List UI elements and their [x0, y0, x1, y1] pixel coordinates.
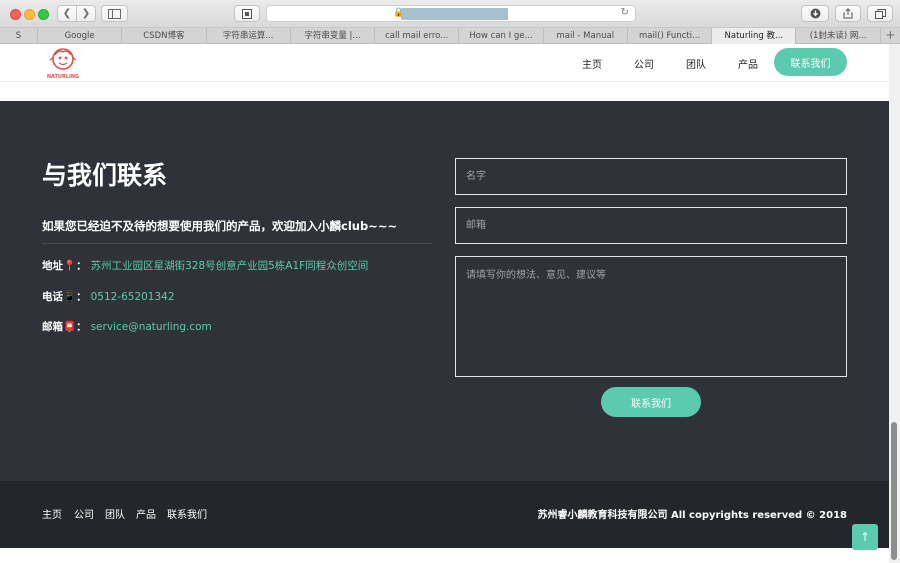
copyright-text: 苏州睿小麟教育科技有限公司 All copyrights reserved © …	[537, 510, 847, 521]
footer-link-contact[interactable]: 联系我们	[167, 506, 207, 521]
name-input[interactable]	[455, 158, 847, 195]
nav-company[interactable]: 公司	[634, 56, 654, 71]
nav-team[interactable]: 团队	[686, 56, 706, 71]
downloads-button[interactable]	[801, 5, 829, 22]
show-all-tabs-button[interactable]	[867, 5, 893, 22]
arrow-up-icon: ↑	[859, 530, 871, 544]
url-text: ████████████	[401, 8, 508, 20]
new-tab-button[interactable]: +	[881, 28, 900, 43]
tab[interactable]: CSDN博客	[122, 28, 207, 44]
site-header: NATURLING 主页 公司 团队 产品 联系我们	[0, 44, 889, 82]
forward-button[interactable]: ❯	[76, 5, 96, 22]
address-label: 地址📍：	[42, 260, 87, 272]
footer-link-team[interactable]: 团队	[105, 506, 125, 521]
tab[interactable]: 字符串运算...	[207, 28, 291, 44]
page-bottom	[0, 548, 889, 563]
contact-intro-text: 如果您已经迫不及待的想要使用我们的产品，欢迎加入	[42, 219, 318, 233]
chevron-left-icon: ❮	[62, 7, 72, 19]
sidebar-icon	[108, 8, 121, 19]
tab[interactable]: S	[0, 28, 38, 44]
contact-intro-club: 小麟club~~~	[318, 219, 398, 233]
zoom-window-button[interactable]	[38, 9, 49, 20]
divider	[42, 243, 432, 244]
contact-intro: 如果您已经迫不及待的想要使用我们的产品，欢迎加入小麟club~~~	[42, 218, 397, 234]
footer-link-company[interactable]: 公司	[74, 506, 94, 521]
tab-bar: S Google CSDN博客 字符串运算... 字符串变量 |... call…	[0, 28, 900, 44]
download-icon	[810, 8, 820, 19]
back-to-top-button[interactable]: ↑	[852, 524, 878, 550]
tab[interactable]: mail - Manual	[544, 28, 628, 44]
contact-title: 与我们联系	[42, 161, 168, 190]
tab[interactable]: (1封未读) 网...	[796, 28, 881, 44]
reader-button[interactable]	[234, 5, 260, 22]
footer-link-product[interactable]: 产品	[136, 506, 156, 521]
phone-label: 电话📱：	[42, 291, 87, 303]
message-textarea[interactable]	[455, 256, 847, 377]
contact-section: 与我们联系 如果您已经迫不及待的想要使用我们的产品，欢迎加入小麟club~~~ …	[0, 101, 889, 481]
email-input[interactable]	[455, 207, 847, 244]
email-label: 邮箱📮：	[42, 321, 87, 333]
email-row: 邮箱📮： service@naturling.com	[42, 319, 212, 334]
nav-contact-button[interactable]: 联系我们	[774, 48, 847, 76]
tab[interactable]: mail() Functi...	[628, 28, 713, 44]
sidebar-toggle-button[interactable]	[101, 5, 128, 22]
phone-value[interactable]: 0512-65201342	[91, 291, 175, 303]
minimize-window-button[interactable]	[24, 9, 35, 20]
logo-icon: NATURLING	[47, 48, 79, 80]
email-value[interactable]: service@naturling.com	[91, 321, 212, 333]
share-icon	[843, 8, 853, 19]
address-row: 地址📍： 苏州工业园区星湖街328号创意产业园5栋A1F同程众创空间	[42, 258, 368, 273]
close-window-button[interactable]	[10, 9, 21, 20]
svg-text:NATURLING: NATURLING	[47, 74, 79, 80]
page-scrollbar[interactable]	[889, 44, 900, 563]
tab[interactable]: call mail erro...	[375, 28, 460, 44]
address-value: 苏州工业园区星湖街328号创意产业园5栋A1F同程众创空间	[90, 260, 369, 272]
reload-icon[interactable]: ↻	[621, 7, 629, 18]
phone-row: 电话📱： 0512-65201342	[42, 289, 175, 304]
nav-home[interactable]: 主页	[582, 56, 602, 71]
share-button[interactable]	[835, 5, 861, 22]
naturling-logo[interactable]: NATURLING	[42, 46, 84, 80]
footer-link-home[interactable]: 主页	[42, 506, 62, 521]
tab[interactable]: How can I ge...	[459, 28, 544, 44]
nav-product[interactable]: 产品	[738, 56, 758, 71]
tab-active[interactable]: Naturling 教...	[712, 28, 797, 44]
address-bar[interactable]: 🔒 ████████████ ↻	[266, 5, 636, 22]
chevron-right-icon: ❯	[81, 7, 91, 19]
scrollbar-thumb[interactable]	[891, 422, 897, 560]
browser-titlebar: ❮ ❯ 🔒 ████████████ ↻	[0, 0, 900, 28]
submit-contact-button[interactable]: 联系我们	[601, 387, 701, 417]
tabs-icon	[874, 8, 886, 19]
reader-icon	[242, 8, 252, 19]
site-footer: 主页 公司 团队 产品 联系我们 苏州睿小麟教育科技有限公司 All copyr…	[0, 481, 889, 548]
back-button[interactable]: ❮	[57, 5, 77, 22]
page-gap	[0, 82, 889, 101]
tab[interactable]: 字符串变量 |...	[291, 28, 376, 44]
tab[interactable]: Google	[38, 28, 123, 44]
